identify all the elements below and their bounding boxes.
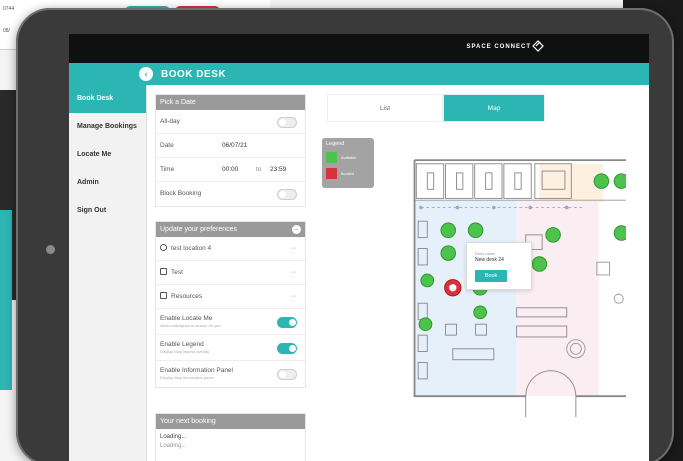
legend-toggle[interactable] xyxy=(277,343,297,354)
next-booking-line-2: Loading... xyxy=(160,443,187,449)
desk-available[interactable] xyxy=(613,173,626,189)
desk-available[interactable] xyxy=(467,222,484,239)
all-day-label: All-day xyxy=(160,118,180,125)
brand-logo-icon xyxy=(532,40,544,52)
block-booking-label: Block Booking xyxy=(160,190,202,197)
background-text-2: 08/ xyxy=(3,28,10,34)
tab-map[interactable]: Map xyxy=(443,94,545,122)
locate-me-pref-label: Enable Locate Me xyxy=(160,315,213,322)
sidebar: Book Desk Manage Bookings Locate Me Admi… xyxy=(69,85,147,461)
resources-icon xyxy=(160,292,167,299)
zone-blue xyxy=(414,200,517,397)
location-more-icon[interactable]: ··· xyxy=(290,237,297,261)
block-booking-toggle[interactable] xyxy=(277,189,297,200)
popup-desk-name: New desk 24 xyxy=(475,257,504,263)
next-booking-body: Loading... Loading... xyxy=(156,429,305,455)
brand-name: SPACE CONNECT xyxy=(466,44,531,50)
sidebar-item-locate-me[interactable]: Locate Me xyxy=(69,141,146,169)
info-panel-pref-row: Enable Information Panel Display Map inf… xyxy=(156,361,305,387)
test-more-icon[interactable]: ··· xyxy=(290,261,297,285)
legend-pref-label: Enable Legend xyxy=(160,341,204,348)
background-teal-band xyxy=(0,210,12,390)
collapse-sidebar-button[interactable]: ‹ xyxy=(139,67,153,81)
time-label: Time xyxy=(160,166,175,173)
tablet-camera xyxy=(46,245,55,254)
time-to-word: to xyxy=(256,166,262,173)
preferences-title: Update your preferences − xyxy=(156,222,305,237)
legend-title: Legend xyxy=(326,141,345,147)
sidebar-item-manage-bookings[interactable]: Manage Bookings xyxy=(69,113,146,141)
building-icon xyxy=(160,268,167,275)
sidebar-item-admin[interactable]: Admin xyxy=(69,169,146,197)
desk-available[interactable] xyxy=(418,317,433,332)
map-legend: Legend Available Booked xyxy=(322,138,374,188)
preferences-panel: Update your preferences − test location … xyxy=(155,221,306,388)
date-row: Date 06/07/21 xyxy=(156,134,305,158)
legend-booked-label: Booked xyxy=(341,172,354,176)
location-row[interactable]: test location 4 ··· xyxy=(156,237,305,261)
legend-available-label: Available xyxy=(341,156,357,160)
desk-available[interactable] xyxy=(613,225,626,241)
preferences-title-text: Update your preferences xyxy=(160,226,238,233)
resources-row[interactable]: Resources ··· xyxy=(156,285,305,309)
resources-label: Resources xyxy=(171,293,203,300)
legend-available-swatch xyxy=(326,152,337,163)
all-day-toggle[interactable] xyxy=(277,117,297,128)
sidebar-item-book-desk[interactable]: Book Desk xyxy=(69,85,146,113)
tab-list[interactable]: List xyxy=(327,94,443,122)
page-title: BOOK DESK xyxy=(161,69,227,80)
app-topbar: SPACE CONNECT xyxy=(69,34,649,63)
location-label: test location 4 xyxy=(171,245,212,252)
resources-more-icon[interactable]: ··· xyxy=(290,285,297,309)
book-button[interactable]: Book xyxy=(475,270,507,282)
sidebar-item-sign-out[interactable]: Sign Out xyxy=(69,197,146,225)
desk-booked-marker xyxy=(449,284,457,292)
date-label: Date xyxy=(160,142,174,149)
collapse-preferences-button[interactable]: − xyxy=(292,225,301,234)
desk-available[interactable] xyxy=(420,273,435,288)
locate-me-pref-row: Enable Locate Me Allow colleagues to sea… xyxy=(156,309,305,335)
legend-booked-swatch xyxy=(326,168,337,179)
desk-available[interactable] xyxy=(440,245,456,261)
pick-date-title: Pick a Date xyxy=(156,95,305,110)
globe-icon xyxy=(160,244,167,251)
locate-me-toggle[interactable] xyxy=(277,317,297,328)
time-to-field[interactable]: 23:59 xyxy=(270,158,286,182)
info-panel-toggle[interactable] xyxy=(277,369,297,380)
next-booking-line-1: Loading... xyxy=(160,434,187,440)
date-field[interactable]: 06/07/21 xyxy=(222,134,247,158)
time-from-field[interactable]: 00:00 xyxy=(222,158,238,182)
view-tabs: List Map xyxy=(327,94,545,122)
popup-desk-label: Desk name xyxy=(475,251,496,256)
desk-available[interactable] xyxy=(473,305,487,320)
next-booking-title: Your next booking xyxy=(156,414,305,429)
desk-available[interactable] xyxy=(531,256,548,272)
pick-date-panel: Pick a Date All-day Date 06/07/21 Time 0… xyxy=(155,94,306,207)
legend-pref-row: Enable Legend Display Map legend overlay xyxy=(156,335,305,361)
time-row: Time 00:00 to 23:59 xyxy=(156,158,305,182)
screenshot-stage: 0744 08/ SPACE CONNECT ‹ BOOK DESK Book … xyxy=(0,0,683,461)
desk-info-popup: Desk name New desk 24 Book xyxy=(466,242,532,290)
info-panel-pref-label: Enable Information Panel xyxy=(160,367,233,374)
all-day-row: All-day xyxy=(156,110,305,134)
block-booking-row: Block Booking xyxy=(156,182,305,206)
test-row[interactable]: Test ··· xyxy=(156,261,305,285)
tablet-screen: SPACE CONNECT ‹ BOOK DESK Book Desk Mana… xyxy=(69,34,649,461)
background-text-1: 0744 xyxy=(3,6,15,12)
desk-available[interactable] xyxy=(440,222,456,239)
title-bar xyxy=(69,63,649,85)
desk-available[interactable] xyxy=(593,173,610,189)
desk-available[interactable] xyxy=(545,227,561,243)
test-label: Test xyxy=(171,269,183,276)
next-booking-panel: Your next booking Loading... Loading... xyxy=(155,413,306,461)
